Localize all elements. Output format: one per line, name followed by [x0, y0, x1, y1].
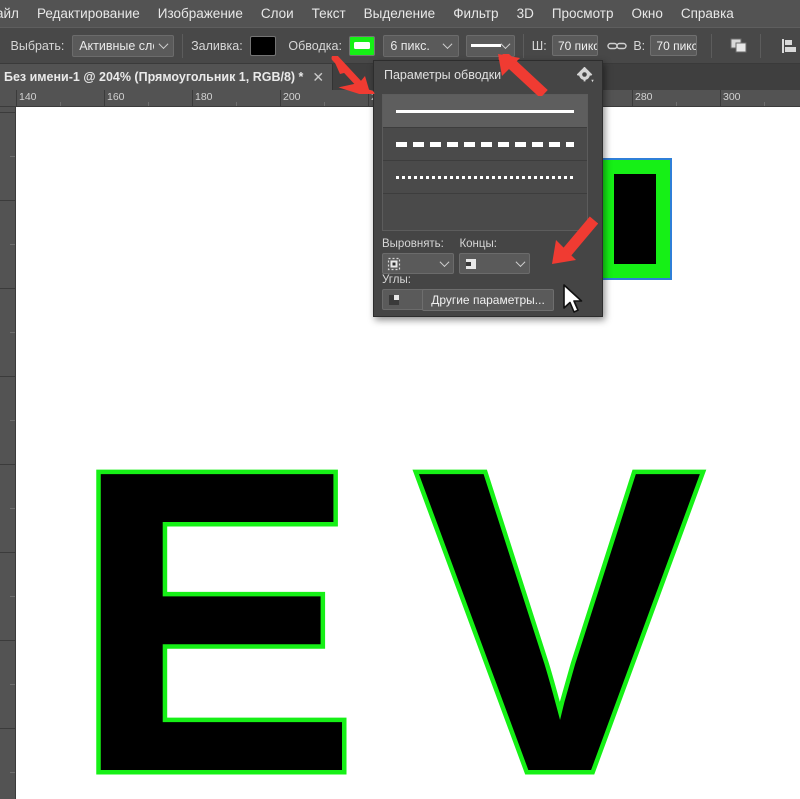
menu-item-filter[interactable]: Фильтр [444, 0, 507, 27]
shape-rectangle-1[interactable] [598, 158, 672, 280]
more-options-button[interactable]: Другие параметры... [422, 289, 554, 311]
height-input[interactable]: 70 пикс [650, 35, 697, 56]
caps-dropdown[interactable] [459, 253, 531, 274]
close-icon[interactable]: ✕ [312, 70, 324, 84]
select-mode-dropdown[interactable]: Активные слои [72, 34, 175, 57]
gear-icon[interactable] [576, 66, 594, 88]
menu-item-file[interactable]: айл [0, 0, 28, 27]
menu-item-text[interactable]: Текст [303, 0, 355, 27]
divider [760, 33, 762, 58]
stroke-preset-solid[interactable] [383, 95, 587, 128]
stroke-preset-dotted[interactable] [383, 161, 587, 194]
chevron-down-icon [441, 260, 449, 268]
link-icon[interactable] [605, 34, 628, 58]
stroke-options-popup[interactable]: Параметры обводки Выровнять: Концы: Углы… [373, 60, 603, 317]
caps-label: Концы: [459, 238, 497, 250]
miter-corner-icon [387, 293, 401, 307]
document-tab-title: Без имени-1 @ 204% (Прямоугольник 1, RGB… [4, 70, 304, 84]
align-dropdown[interactable] [382, 253, 454, 274]
corners-label: Углы: [382, 274, 411, 286]
options-bar: Выбрать: Активные слои Заливка: Обводка:… [0, 27, 800, 64]
chevron-down-icon [502, 42, 510, 50]
align-center-stroke-icon [387, 257, 401, 271]
stroke-style-dropdown[interactable] [466, 34, 515, 57]
stroke-options-title: Параметры обводки [384, 67, 502, 82]
path-operations-icon[interactable] [728, 34, 751, 58]
menu-item-edit[interactable]: Редактирование [28, 0, 149, 27]
solid-line-icon [471, 44, 502, 47]
divider [182, 33, 184, 58]
photoshop-window: айл Редактирование Изображение Слои Текс… [0, 0, 800, 799]
stroke-label: Обводка: [288, 38, 342, 53]
menu-bar: айл Редактирование Изображение Слои Текс… [0, 0, 800, 27]
stroke-preset-list[interactable] [382, 94, 588, 231]
stroke-width-dropdown[interactable]: 6 пикс. [383, 34, 460, 57]
solid-line-icon [396, 109, 574, 113]
width-input[interactable]: 70 пикс [551, 35, 599, 56]
stroke-color-swatch[interactable] [348, 35, 376, 56]
menu-item-view[interactable]: Просмотр [543, 0, 623, 27]
chevron-down-icon [160, 42, 167, 50]
chevron-down-icon [517, 260, 525, 268]
fill-label: Заливка: [191, 38, 243, 53]
stroke-width-value: 6 пикс. [390, 38, 430, 53]
letter-v-glyph[interactable]: V [412, 403, 708, 799]
dotted-line-icon [396, 175, 574, 179]
document-tab[interactable]: Без имени-1 @ 204% (Прямоугольник 1, RGB… [0, 64, 334, 90]
path-alignment-icon[interactable] [777, 34, 800, 58]
menu-item-window[interactable]: Окно [622, 0, 671, 27]
stroke-preset-empty [383, 194, 587, 230]
stroke-swatch-inner [354, 42, 371, 49]
menu-item-3d[interactable]: 3D [508, 0, 543, 27]
dashed-line-icon [396, 141, 574, 147]
fill-color-swatch[interactable] [249, 35, 277, 56]
align-label: Выровнять: [382, 238, 444, 250]
select-mode-value: Активные слои [79, 38, 154, 53]
divider [522, 33, 524, 58]
stroke-options-header: Параметры обводки [374, 61, 602, 88]
width-label: Ш: [531, 38, 547, 53]
menu-item-help[interactable]: Справка [672, 0, 743, 27]
menu-item-select[interactable]: Выделение [355, 0, 445, 27]
vertical-ruler[interactable] [0, 107, 16, 799]
caps-field: Концы: [459, 238, 531, 274]
stroke-preset-dashed[interactable] [383, 128, 587, 161]
select-label: Выбрать: [10, 38, 65, 53]
align-field: Выровнять: [382, 238, 454, 274]
menu-item-image[interactable]: Изображение [149, 0, 252, 27]
height-label: В: [633, 38, 646, 53]
letter-e-glyph[interactable]: E [68, 403, 364, 799]
shape-rectangle-fill [614, 174, 656, 264]
divider [710, 33, 712, 58]
menu-item-layers[interactable]: Слои [252, 0, 303, 27]
butt-cap-icon [464, 257, 478, 271]
chevron-down-icon [444, 42, 452, 50]
